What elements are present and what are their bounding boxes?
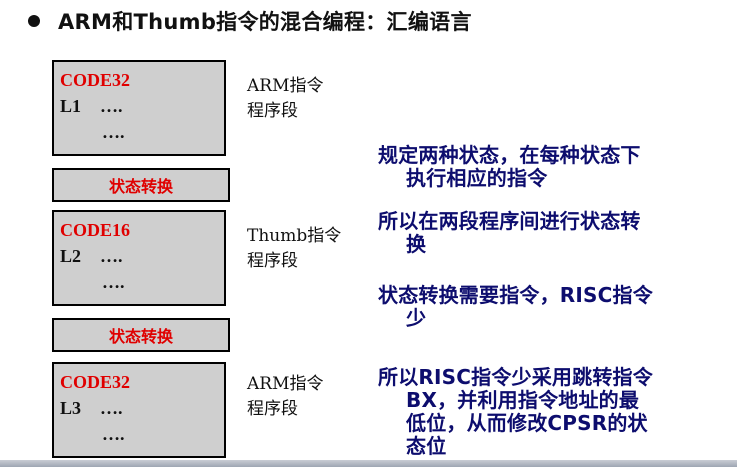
side-label-line: 程序段 [247, 399, 298, 419]
note-line: 换 [406, 232, 427, 256]
code-line-label: L1 …. [60, 96, 123, 117]
note-line: 执行相应的指令 [406, 166, 548, 190]
code-block-thumb: CODE16 L2 …. …. [52, 210, 226, 306]
side-label-line: ARM指令 [247, 374, 324, 394]
note-line: 规定两种状态，在每种状态下 [378, 143, 641, 167]
note-line: BX，并利用指令地址的最 [406, 388, 640, 412]
note-states: 规定两种状态，在每种状态下 执行相应的指令 [378, 144, 730, 190]
code-ellipsis: …. [100, 246, 123, 266]
code-block-label: CODE32 [60, 70, 131, 90]
slide-title: ARM和Thumb指令的混合编程：汇编语言 [58, 10, 472, 34]
note-line: 低位，从而修改CPSR的状 [406, 411, 648, 435]
block-side-label: Thumb指令 程序段 [247, 224, 341, 274]
code-label: L2 [60, 246, 82, 266]
slide-title-row: ARM和Thumb指令的混合编程：汇编语言 [28, 4, 472, 38]
code-line-label: L2 …. [60, 246, 123, 267]
bottom-divider [0, 460, 737, 467]
note-line: 所以RISC指令少采用跳转指令 [378, 365, 653, 389]
side-label-line: Thumb指令 [247, 226, 342, 246]
side-label-line: ARM指令 [247, 76, 324, 96]
note-bx: 所以RISC指令少采用跳转指令 BX，并利用指令地址的最 低位，从而修改CPSR… [378, 366, 730, 458]
note-instruction: 状态转换需要指令，RISC指令 少 [378, 284, 730, 330]
code-ellipsis: …. [102, 272, 125, 292]
note-line: 状态转换需要指令，RISC指令 [378, 283, 653, 307]
note-line: 少 [406, 306, 427, 330]
slide: ARM和Thumb指令的混合编程：汇编语言 CODE32 L1 …. …. ARM… [0, 0, 737, 467]
block-side-label: ARM指令 程序段 [247, 372, 323, 422]
state-switch-box: 状态转换 [52, 168, 230, 202]
block-side-label: ARM指令 程序段 [247, 74, 323, 124]
code-block-arm-1: CODE32 L1 …. …. [52, 60, 226, 156]
side-label-line: 程序段 [247, 251, 298, 271]
note-line: 所以在两段程序间进行状态转 [378, 209, 641, 233]
bullet-icon [28, 15, 40, 27]
note-switching: 所以在两段程序间进行状态转 换 [378, 210, 730, 256]
state-switch-box: 状态转换 [52, 318, 230, 352]
code-block-arm-2: CODE32 L3 …. …. [52, 362, 226, 458]
code-ellipsis: …. [100, 96, 123, 116]
code-line-label: L3 …. [60, 398, 123, 419]
side-label-line: 程序段 [247, 101, 298, 121]
code-label: L3 [60, 398, 82, 418]
note-line: 态位 [406, 434, 447, 458]
code-ellipsis: …. [100, 398, 123, 418]
code-block-label: CODE32 [60, 372, 131, 392]
code-ellipsis: …. [102, 122, 125, 142]
code-label: L1 [60, 96, 82, 116]
code-ellipsis: …. [102, 424, 125, 444]
code-block-label: CODE16 [60, 220, 131, 240]
